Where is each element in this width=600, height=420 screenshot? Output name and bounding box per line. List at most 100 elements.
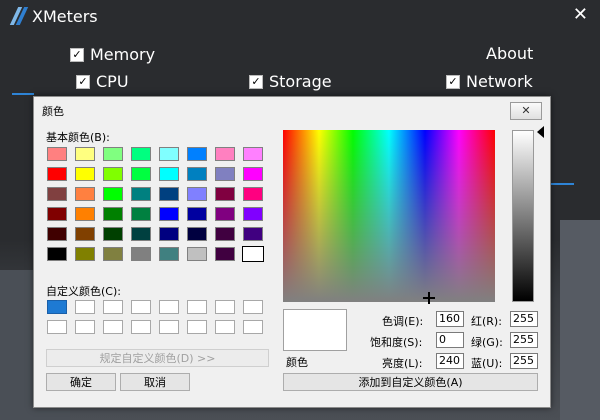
basic-color-swatch[interactable] — [243, 227, 263, 241]
option-label: Storage — [269, 72, 332, 91]
basic-color-swatch[interactable] — [131, 227, 151, 241]
blue-field[interactable]: 255 — [510, 353, 538, 369]
basic-color-swatch[interactable] — [187, 227, 207, 241]
basic-color-swatch[interactable] — [131, 147, 151, 161]
basic-color-swatch[interactable] — [242, 246, 264, 262]
basic-color-swatch[interactable] — [215, 207, 235, 221]
basic-color-swatch[interactable] — [103, 227, 123, 241]
basic-color-swatch[interactable] — [103, 147, 123, 161]
option-cpu[interactable]: ✓ CPU — [76, 72, 129, 91]
luminance-field[interactable]: 240 — [436, 353, 464, 369]
basic-color-swatch[interactable] — [187, 167, 207, 181]
basic-color-swatch[interactable] — [103, 247, 123, 261]
basic-color-swatch[interactable] — [215, 147, 235, 161]
custom-color-swatch[interactable] — [75, 320, 95, 334]
custom-color-swatch[interactable] — [103, 320, 123, 334]
checkbox-checked-icon[interactable]: ✓ — [446, 74, 460, 89]
basic-color-swatch[interactable] — [187, 247, 207, 261]
basic-color-swatch[interactable] — [75, 207, 95, 221]
saturation-field[interactable]: 0 — [436, 332, 464, 348]
basic-color-swatch[interactable] — [47, 147, 67, 161]
basic-color-swatch[interactable] — [75, 227, 95, 241]
option-memory[interactable]: ✓ Memory — [70, 45, 155, 64]
basic-color-swatch[interactable] — [47, 167, 67, 181]
basic-color-swatch[interactable] — [75, 167, 95, 181]
custom-color-swatch[interactable] — [47, 320, 67, 334]
basic-color-swatch[interactable] — [159, 227, 179, 241]
basic-color-swatch[interactable] — [75, 147, 95, 161]
basic-color-swatch[interactable] — [75, 187, 95, 201]
basic-color-swatch[interactable] — [131, 167, 151, 181]
checkbox-checked-icon[interactable]: ✓ — [70, 47, 84, 62]
basic-color-swatch[interactable] — [215, 187, 235, 201]
city-background — [560, 220, 600, 420]
preview-label: 颜色 — [286, 356, 308, 369]
option-label: Memory — [90, 45, 156, 64]
cancel-button[interactable]: 取消 — [120, 373, 190, 391]
ok-button[interactable]: 确定 — [46, 373, 116, 391]
custom-color-swatch[interactable] — [131, 300, 151, 314]
custom-color-swatch[interactable] — [215, 300, 235, 314]
custom-color-swatch[interactable] — [47, 300, 67, 314]
define-custom-colors-button[interactable]: 规定自定义颜色(D) >> — [46, 349, 269, 367]
basic-color-swatch[interactable] — [215, 247, 235, 261]
option-network[interactable]: ✓ Network — [446, 72, 533, 91]
dialog-close-button[interactable]: ✕ — [510, 102, 542, 120]
basic-color-swatch[interactable] — [131, 247, 151, 261]
basic-color-swatch[interactable] — [47, 207, 67, 221]
basic-color-swatch[interactable] — [159, 247, 179, 261]
custom-color-swatch[interactable] — [159, 320, 179, 334]
meter-line — [550, 183, 574, 185]
custom-color-swatch[interactable] — [75, 300, 95, 314]
basic-color-swatch[interactable] — [75, 247, 95, 261]
basic-color-swatch[interactable] — [131, 207, 151, 221]
custom-color-swatch[interactable] — [243, 300, 263, 314]
basic-colors-label: 基本颜色(B): — [46, 131, 110, 144]
basic-color-swatch[interactable] — [243, 187, 263, 201]
custom-color-swatch[interactable] — [103, 300, 123, 314]
custom-color-swatch[interactable] — [215, 320, 235, 334]
add-custom-color-button[interactable]: 添加到自定义颜色(A) — [283, 373, 538, 391]
slider-arrow-icon[interactable] — [537, 126, 544, 138]
blue-label: 蓝(U): — [471, 357, 503, 370]
custom-color-swatch[interactable] — [159, 300, 179, 314]
option-storage[interactable]: ✓ Storage — [249, 72, 332, 91]
custom-color-swatch[interactable] — [187, 320, 207, 334]
basic-color-swatch[interactable] — [103, 207, 123, 221]
basic-color-swatch[interactable] — [243, 167, 263, 181]
basic-color-swatch[interactable] — [159, 167, 179, 181]
hue-label: 色调(E): — [382, 315, 424, 328]
red-label: 红(R): — [471, 315, 502, 328]
custom-color-swatch[interactable] — [243, 320, 263, 334]
crosshair-icon[interactable] — [423, 292, 435, 304]
hue-field[interactable]: 160 — [436, 311, 464, 327]
checkbox-checked-icon[interactable]: ✓ — [249, 74, 263, 89]
basic-color-swatch[interactable] — [103, 167, 123, 181]
basic-color-swatch[interactable] — [47, 187, 67, 201]
basic-color-swatch[interactable] — [215, 167, 235, 181]
basic-color-swatch[interactable] — [215, 227, 235, 241]
basic-color-swatch[interactable] — [243, 207, 263, 221]
green-field[interactable]: 255 — [510, 332, 538, 348]
red-field[interactable]: 255 — [510, 311, 538, 327]
basic-color-swatch[interactable] — [159, 187, 179, 201]
basic-color-swatch[interactable] — [187, 147, 207, 161]
about-link[interactable]: About — [486, 44, 533, 63]
basic-color-swatch[interactable] — [187, 187, 207, 201]
color-spectrum[interactable] — [283, 130, 495, 304]
app-close-button[interactable]: ✕ — [573, 4, 588, 25]
checkbox-checked-icon[interactable]: ✓ — [76, 74, 90, 89]
basic-color-swatch[interactable] — [187, 207, 207, 221]
meter-line — [12, 93, 34, 95]
luminance-slider[interactable] — [512, 130, 534, 302]
basic-color-swatch[interactable] — [47, 247, 67, 261]
basic-color-swatch[interactable] — [131, 187, 151, 201]
basic-color-swatch[interactable] — [159, 207, 179, 221]
basic-color-swatch[interactable] — [159, 147, 179, 161]
custom-color-swatch[interactable] — [131, 320, 151, 334]
basic-color-swatch[interactable] — [103, 187, 123, 201]
basic-color-swatch[interactable] — [243, 147, 263, 161]
custom-color-swatch[interactable] — [187, 300, 207, 314]
option-label: CPU — [96, 72, 129, 91]
basic-color-swatch[interactable] — [47, 227, 67, 241]
